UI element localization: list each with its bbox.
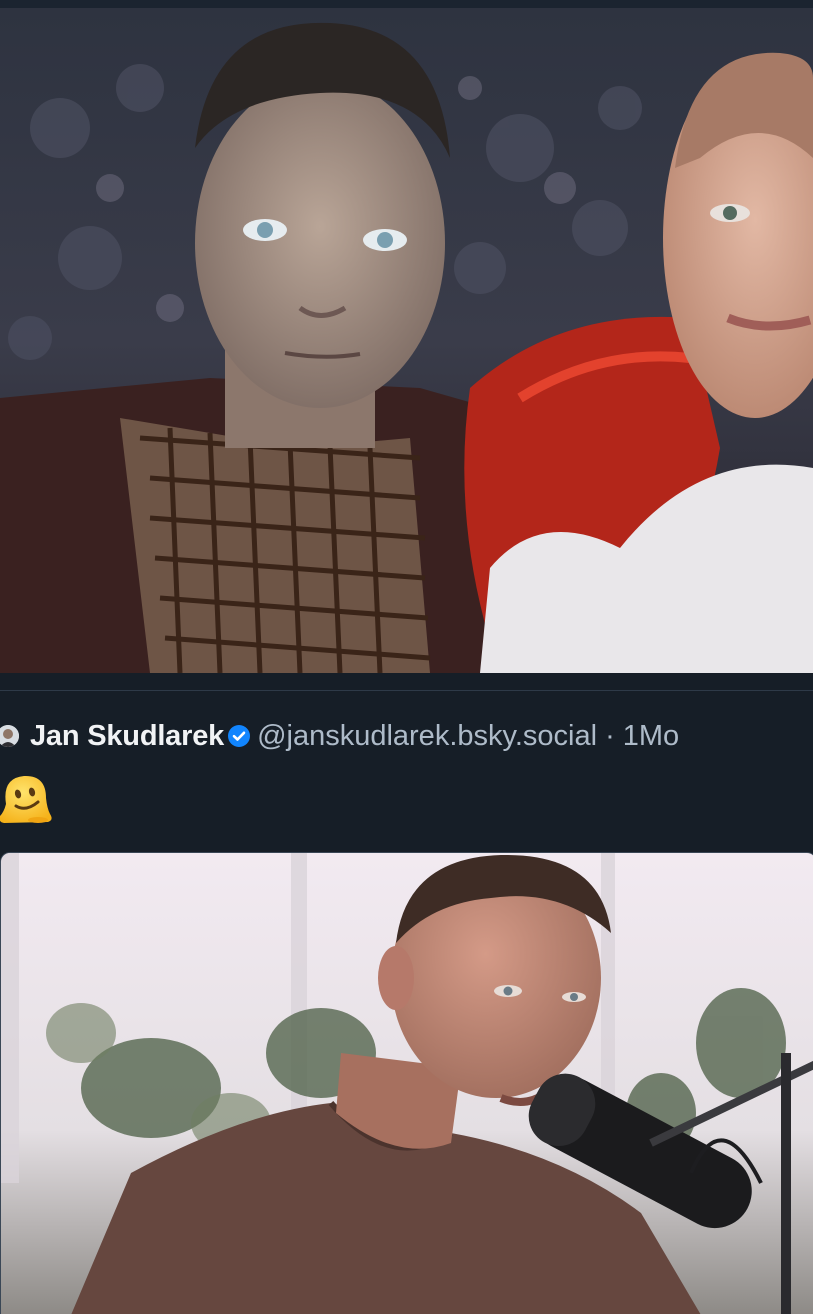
- podcast-photo-illustration: [1, 853, 813, 1314]
- post-image[interactable]: [0, 852, 813, 1314]
- post-header: Jan Skudlarek @janskudlarek.bsky.social …: [0, 712, 813, 760]
- previous-post-image[interactable]: [0, 8, 813, 673]
- author-display-name[interactable]: Jan Skudlarek: [30, 720, 224, 753]
- avatar-icon: [0, 725, 19, 747]
- verified-check-icon: [228, 725, 251, 747]
- film-still-illustration: [0, 8, 813, 673]
- post-divider: [0, 690, 813, 691]
- post-timestamp[interactable]: 1Mo: [623, 720, 679, 753]
- melting-face-emoji: [0, 775, 52, 823]
- author-handle[interactable]: @janskudlarek.bsky.social: [257, 720, 597, 753]
- author-avatar[interactable]: [0, 725, 19, 747]
- post-text: [0, 770, 58, 830]
- top-strip: [0, 0, 813, 8]
- meta-separator: ·: [605, 719, 615, 752]
